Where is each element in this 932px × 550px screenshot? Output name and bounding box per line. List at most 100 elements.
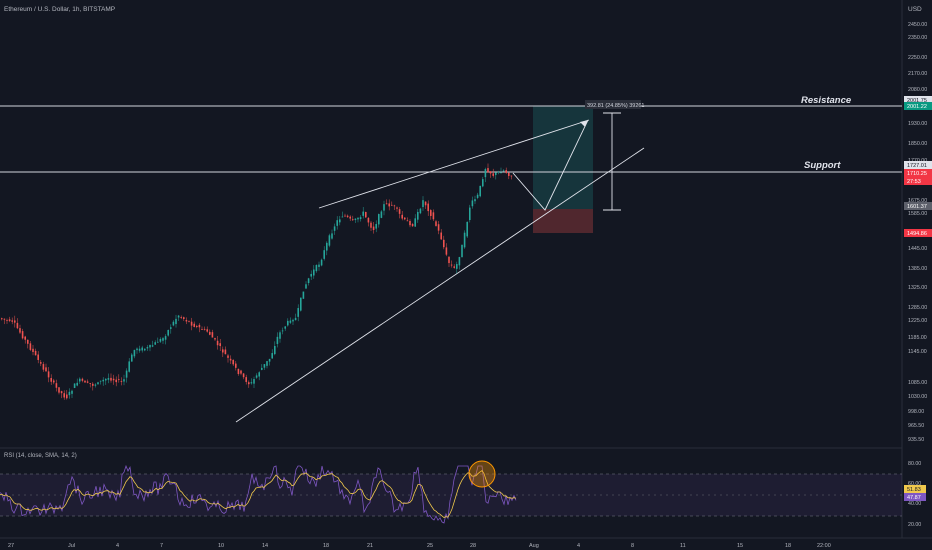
- candle-body: [144, 348, 146, 351]
- price-tick: 2450.00: [908, 22, 927, 28]
- support-label: Support: [804, 160, 841, 171]
- candle-body: [219, 343, 221, 347]
- candle-body: [450, 264, 453, 266]
- rsi-title: RSI (14, close, SMA, 14, 2): [4, 453, 77, 459]
- candle-body: [294, 317, 297, 321]
- candle-body: [463, 232, 466, 248]
- candle-body: [333, 226, 336, 231]
- candle-body: [162, 338, 164, 341]
- candle-body: [32, 348, 34, 352]
- candle-body: [29, 343, 32, 350]
- candle-body: [118, 379, 120, 380]
- price-tick: 1325.00: [908, 285, 927, 291]
- candle-body: [378, 214, 380, 225]
- candle-body: [372, 226, 375, 231]
- candle-body: [11, 320, 13, 322]
- candle-body: [206, 329, 208, 332]
- candle-body: [224, 349, 227, 355]
- candle-body: [50, 378, 52, 382]
- candle-body: [424, 201, 427, 206]
- candle-body: [461, 244, 463, 258]
- price-tag: 2001.22: [907, 104, 927, 110]
- candle-body: [188, 320, 190, 322]
- candle-body: [123, 379, 125, 382]
- candle-body: [227, 355, 229, 358]
- candle-body: [63, 393, 65, 398]
- time-label: 28: [470, 543, 476, 549]
- candle-body: [27, 339, 29, 344]
- time-label: 11: [680, 543, 686, 549]
- candle-body: [159, 338, 162, 342]
- rsi-tick: 40.00: [908, 501, 921, 507]
- price-tag: 1601.37: [907, 204, 927, 210]
- candlestick-series[interactable]: [1, 163, 513, 400]
- candle-body: [172, 321, 175, 326]
- price-tick: 1930.00: [908, 121, 927, 127]
- wedge-lower-trendline[interactable]: [235, 147, 645, 423]
- candle-body: [14, 320, 16, 323]
- currency-label: USD: [908, 6, 922, 13]
- candle-body: [354, 218, 357, 221]
- candle-body: [19, 328, 21, 333]
- candle-body: [58, 387, 60, 393]
- candle-body: [175, 318, 177, 325]
- candle-body: [37, 354, 39, 360]
- candle-body: [430, 210, 432, 216]
- candle-body: [255, 375, 258, 378]
- candle-body: [307, 278, 310, 284]
- candle-body: [102, 379, 104, 382]
- candle-body: [266, 361, 268, 366]
- candle-body: [198, 324, 201, 328]
- resistance-label: Resistance: [801, 95, 852, 106]
- price-tick: 1585.00: [908, 211, 927, 217]
- price-tag: 1727.01: [907, 163, 927, 169]
- candle-body: [500, 172, 502, 174]
- trading-chart[interactable]: Ethereum / U.S. Dollar, 1h, BITSTAMP USD…: [0, 0, 932, 550]
- candle-body: [474, 199, 476, 202]
- candle-body: [320, 259, 323, 266]
- candle-body: [437, 224, 440, 231]
- candle-body: [287, 320, 289, 326]
- candle-body: [274, 345, 276, 355]
- position-loss-zone[interactable]: [533, 209, 593, 233]
- rsi-highlight-circle[interactable]: [468, 460, 496, 488]
- candle-body: [196, 326, 198, 328]
- rsi-tags: 51.83 47.87: [904, 485, 926, 501]
- candle-body: [141, 347, 143, 351]
- time-label: 7: [160, 543, 163, 549]
- candle-body: [466, 221, 468, 237]
- candle-body: [482, 179, 484, 187]
- candle-body: [237, 368, 240, 374]
- candle-body: [183, 317, 185, 320]
- candle-body: [258, 372, 260, 377]
- time-label: 18: [785, 543, 791, 549]
- candle-body: [391, 204, 393, 206]
- candle-body: [170, 327, 172, 329]
- candle-body: [68, 391, 71, 396]
- candle-body: [318, 264, 320, 267]
- candle-body: [128, 361, 130, 372]
- candle-body: [401, 214, 403, 219]
- candle-body: [248, 382, 250, 385]
- time-label: 18: [323, 543, 329, 549]
- price-tick: 1285.00: [908, 305, 927, 311]
- candle-body: [419, 208, 422, 214]
- candle-body: [409, 221, 411, 226]
- candle-body: [471, 200, 474, 207]
- candle-body: [97, 382, 99, 385]
- candle-body: [331, 233, 333, 239]
- price-tag: 1494.86: [907, 231, 927, 237]
- candle-body: [383, 204, 385, 211]
- time-axis[interactable]: 27 Jul 4 7 10 14 18 21 25 28 Aug 4 8 11 15 18 22:00: [8, 543, 831, 549]
- price-tick: 1385.00: [908, 266, 927, 272]
- candle-body: [385, 203, 388, 205]
- candle-body: [232, 359, 234, 365]
- candle-body: [120, 381, 123, 382]
- candle-body: [445, 247, 448, 255]
- candle-body: [154, 342, 156, 345]
- candle-body: [380, 211, 383, 218]
- candle-body: [505, 170, 507, 173]
- time-label: 22:00: [817, 543, 831, 549]
- candle-body: [209, 331, 211, 335]
- candle-body: [276, 336, 279, 344]
